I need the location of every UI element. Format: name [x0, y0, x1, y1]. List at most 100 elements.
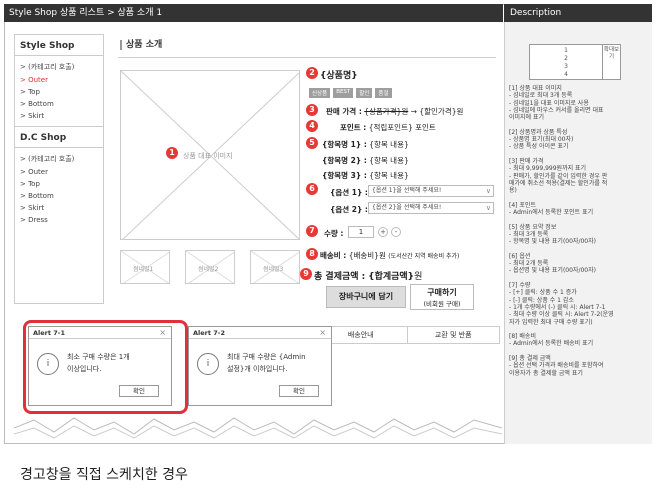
buy-button-sub: (비회원 구매) [423, 300, 461, 308]
sidebar-item[interactable]: > Dress [15, 214, 103, 226]
chevron-down-icon: ∨ [485, 204, 491, 212]
description-title: Description [504, 4, 652, 22]
badge-soldout: 품절 [375, 88, 392, 98]
info-icon: i [197, 353, 219, 375]
quantity-plus-button[interactable]: + [378, 227, 388, 237]
sidebar-item-outer-active[interactable]: > Outer [15, 74, 103, 86]
feature-value-1: {항목 내용} [369, 140, 409, 149]
info-tabs: 배송안내 교환 및 반품 [314, 326, 500, 344]
sidebar-item[interactable]: > Skirt [15, 202, 103, 214]
feature-value-2: {항목 내용} [369, 156, 409, 165]
quantity-minus-button[interactable]: - [391, 227, 401, 237]
sidebar-item[interactable]: > (카테고리 호출) [15, 152, 103, 166]
feature-label-3: {항목명 3} : [322, 171, 367, 180]
preview-side-label: 확대보기 [602, 45, 620, 79]
marker-1: 1 [166, 147, 178, 159]
shipping-label: 배송비 : [320, 251, 347, 260]
sidebar-item[interactable]: > Outer [15, 166, 103, 178]
point-value: {적립포인트} 포인트 [368, 123, 436, 132]
marker-3: 3 [306, 104, 318, 116]
quantity-input[interactable]: 1 [348, 226, 374, 238]
alert-message-line: 설정}개 이하입니다. [227, 365, 288, 373]
page-title: 상품 소개 [120, 40, 162, 50]
sidebar: Style Shop > (카테고리 호출) > Outer > Top > B… [14, 34, 104, 304]
badge-new: 신상품 [309, 88, 331, 98]
preview-line: 1 [564, 47, 568, 54]
buy-button-label: 구매하기 [427, 288, 457, 297]
sidebar-item[interactable]: > Bottom [15, 98, 103, 110]
total-unit: 원 [414, 272, 423, 282]
total-label: 총 결제금액 : [314, 272, 366, 282]
marker-9: 9 [300, 268, 312, 280]
thumbnail-2[interactable]: 썸네일2 [185, 250, 235, 284]
alert-message: 최대 구매 수량은 {Admin 설정}개 이하입니다. [227, 351, 306, 375]
alert-title: Alert 7-2 [189, 327, 331, 339]
point-row: 포인트 : {적립포인트} 포인트 [340, 122, 436, 133]
thumbnail-label: 썸네일3 [263, 266, 284, 273]
option2-placeholder: {옵션 2}을 선택해 주세요! [372, 204, 442, 211]
sidebar-item[interactable]: > Top [15, 178, 103, 190]
price-row: 판매 가격 : {상품가격}원 → {할인가격}원 [326, 106, 463, 117]
feature-row-2: {항목명 2} : {항목 내용} [322, 155, 409, 166]
close-icon[interactable]: × [319, 327, 326, 339]
option2-select[interactable]: {옵션 2}을 선택해 주세요! ∨ [368, 202, 494, 214]
alert-message-line: 최대 구매 수량은 {Admin [227, 353, 306, 361]
thumbnail-label: 썸네일2 [198, 266, 219, 273]
sidebar-item[interactable]: > Bottom [15, 190, 103, 202]
sidebar-group-title-style-shop: Style Shop [15, 35, 103, 56]
point-label: 포인트 : [340, 123, 367, 132]
option1-placeholder: {옵션 1}을 선택해 주세요! [372, 187, 442, 194]
shipping-row: 배송비 : {배송비}원 (도서산간 지역 배송비 추가) [320, 250, 459, 261]
main-image-label: 상품 대표 이미지 [183, 152, 233, 160]
tab-exchange-return[interactable]: 교환 및 반품 [408, 327, 500, 343]
sidebar-item[interactable]: > Skirt [15, 110, 103, 122]
price-original: {상품가격}원 [364, 107, 409, 116]
option1-label: {옵션 1} : [330, 188, 368, 197]
feature-label-1: {항목명 1} : [322, 140, 367, 149]
badge-sale: 할인 [356, 88, 373, 98]
quantity-label: 수량 : [324, 229, 344, 238]
thumbnail-1[interactable]: 썸네일1 [120, 250, 170, 284]
feature-row-3: {항목명 3} : {항목 내용} [322, 170, 409, 181]
description-text: [1] 상품 대표 이미지 - 섬네일로 최대 3개 등록 - 섬네일1을 대표… [509, 85, 614, 377]
option2-label: {옵션 2} : [330, 205, 368, 214]
feature-label-2: {항목명 2} : [322, 156, 367, 165]
breadcrumb-title: Style Shop 상품 리스트 > 상품 소개 1 [4, 4, 503, 22]
feature-row-1: {항목명 1} : {항목 내용} [322, 139, 409, 150]
price-label: 판매 가격 : [326, 107, 362, 116]
marker-2: 2 [306, 67, 318, 79]
preview-lines: 1 2 3 4 [530, 45, 602, 79]
badge-best: BEST [333, 88, 354, 98]
add-to-cart-button[interactable]: 장바구니에 담기 [326, 286, 406, 308]
buy-now-button[interactable]: 구매하기 (비회원 구매) [410, 284, 474, 310]
marker-8: 8 [306, 248, 318, 260]
chevron-down-icon: ∨ [485, 187, 491, 195]
total-row: 총 결제금액 : {합계금액}원 [314, 269, 422, 282]
feature-value-3: {항목 내용} [369, 171, 409, 180]
thumbnail-3[interactable]: 썸네일3 [250, 250, 300, 284]
alert-max-quantity: Alert 7-2 × i 최대 구매 수량은 {Admin 설정}개 이하입니… [188, 326, 332, 406]
marker-4: 4 [306, 120, 318, 132]
marker-6: 6 [306, 183, 318, 195]
sidebar-item[interactable]: > Top [15, 86, 103, 98]
marker-5: 5 [306, 137, 318, 149]
description-preview-box: 1 2 3 4 확대보기 [529, 44, 621, 80]
sidebar-item[interactable]: > (카테고리 호출) [15, 60, 103, 74]
option1-select[interactable]: {옵션 1}을 선택해 주세요! ∨ [368, 185, 494, 197]
shipping-note: (도서산간 지역 배송비 추가) [388, 253, 460, 260]
sidebar-group-title-dc-shop: D.C Shop [15, 126, 103, 148]
shipping-value: {배송비}원 [348, 251, 386, 260]
caption: 경고창을 직접 스케치한 경우 [20, 467, 188, 483]
preview-line: 3 [564, 63, 568, 70]
alert-highlight-box [23, 320, 188, 414]
product-name: {상품명} [320, 71, 358, 81]
alert-ok-button[interactable]: 확인 [279, 385, 319, 397]
total-value: {합계금액} [368, 272, 415, 282]
marker-7: 7 [306, 225, 318, 237]
product-badges: 신상품 BEST 할인 품절 [309, 88, 392, 98]
main-image-placeholder: 상품 대표 이미지 [120, 70, 300, 240]
preview-line: 4 [564, 71, 568, 78]
price-discount: → {할인가격}원 [410, 107, 464, 116]
preview-line: 2 [564, 55, 568, 62]
thumbnail-label: 썸네일1 [133, 266, 154, 273]
